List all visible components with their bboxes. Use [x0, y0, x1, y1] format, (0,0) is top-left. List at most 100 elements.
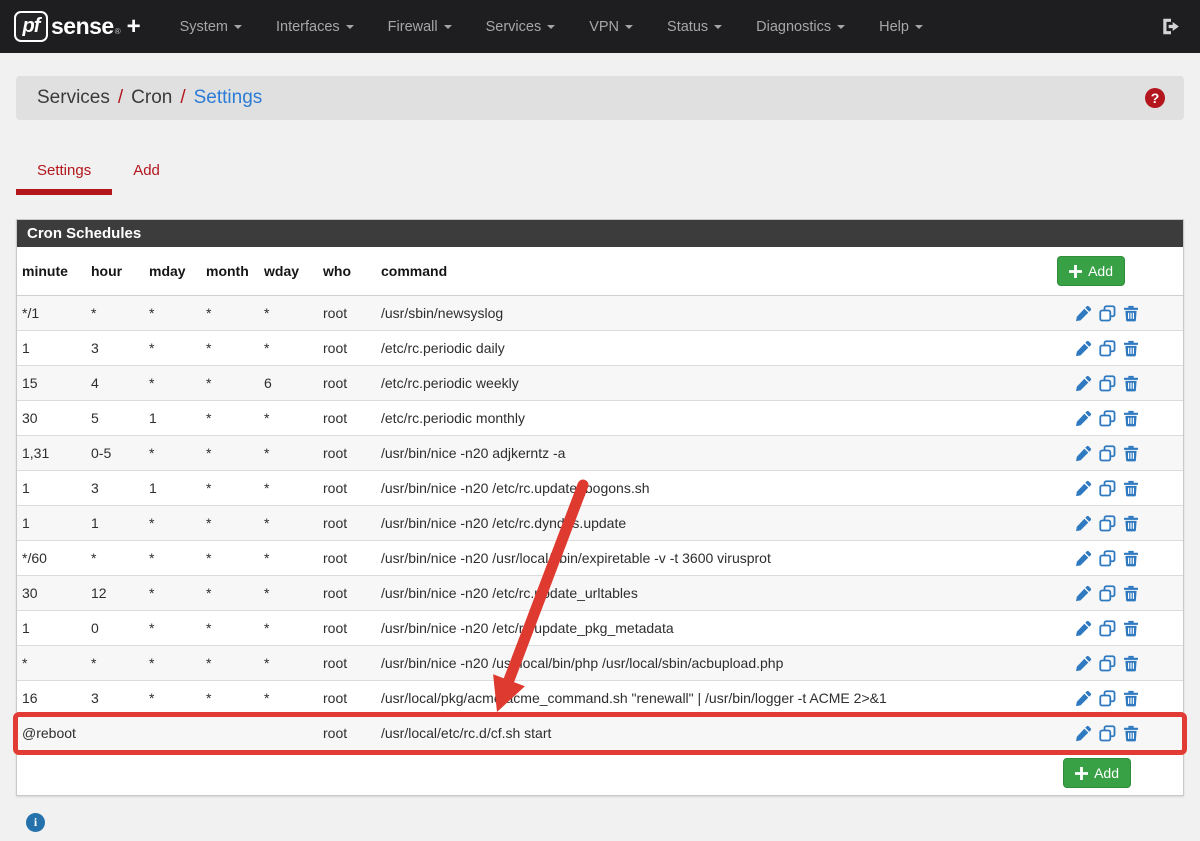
cell-hour: 5 [91, 410, 149, 426]
help-icon[interactable]: ? [1145, 88, 1165, 108]
edit-icon[interactable] [1075, 655, 1092, 672]
copy-icon[interactable] [1099, 305, 1116, 322]
edit-icon[interactable] [1075, 620, 1092, 637]
edit-icon[interactable] [1075, 305, 1092, 322]
edit-icon[interactable] [1075, 725, 1092, 742]
nav-menu-item[interactable]: Diagnostics [739, 0, 862, 53]
cell-month: * [206, 340, 264, 356]
delete-icon[interactable] [1123, 340, 1139, 357]
cell-month: * [206, 690, 264, 706]
copy-icon[interactable] [1099, 725, 1116, 742]
row-actions [1033, 585, 1143, 602]
delete-icon[interactable] [1123, 550, 1139, 567]
breadcrumb-section: Services [37, 87, 110, 109]
delete-icon[interactable] [1123, 585, 1139, 602]
nav-menu-item[interactable]: Services [469, 0, 573, 53]
cell-command: /usr/bin/nice -n20 adjkerntz -a [381, 445, 1033, 461]
cell-month: * [206, 410, 264, 426]
copy-icon[interactable] [1099, 340, 1116, 357]
cell-who: root [323, 410, 381, 426]
info-icon[interactable]: i [26, 813, 45, 832]
cell-who: root [323, 725, 381, 741]
pf-logo-mark: pf [14, 11, 48, 42]
copy-icon[interactable] [1099, 550, 1116, 567]
copy-icon[interactable] [1099, 375, 1116, 392]
pfsense-logo[interactable]: pf sense ® + [14, 11, 141, 42]
delete-icon[interactable] [1123, 445, 1139, 462]
delete-icon[interactable] [1123, 655, 1139, 672]
delete-icon[interactable] [1123, 690, 1139, 707]
row-actions [1033, 515, 1143, 532]
cell-minute: 30 [22, 410, 91, 426]
col-header-command: command [381, 263, 1033, 279]
copy-icon[interactable] [1099, 585, 1116, 602]
brand-name: sense [51, 13, 114, 40]
tab[interactable]: Add [112, 154, 181, 195]
edit-icon[interactable] [1075, 375, 1092, 392]
nav-menu-item[interactable]: System [163, 0, 259, 53]
nav-menu-item-label: Diagnostics [756, 19, 831, 35]
nav-menu-item[interactable]: VPN [572, 0, 650, 53]
delete-icon[interactable] [1123, 620, 1139, 637]
cell-wday: * [264, 340, 323, 356]
cell-who: root [323, 480, 381, 496]
cell-minute: 1 [22, 620, 91, 636]
copy-icon[interactable] [1099, 515, 1116, 532]
copy-icon[interactable] [1099, 480, 1116, 497]
cell-wday: * [264, 445, 323, 461]
edit-icon[interactable] [1075, 340, 1092, 357]
edit-icon[interactable] [1075, 515, 1092, 532]
copy-icon[interactable] [1099, 410, 1116, 427]
edit-icon[interactable] [1075, 585, 1092, 602]
nav-menu-item[interactable]: Interfaces [259, 0, 371, 53]
cell-wday: * [264, 690, 323, 706]
delete-icon[interactable] [1123, 305, 1139, 322]
cell-command: /usr/bin/nice -n20 /usr/local/sbin/expir… [381, 550, 1033, 566]
cell-hour: 1 [91, 515, 149, 531]
edit-icon[interactable] [1075, 690, 1092, 707]
table-row: 1 0 * * * root /usr/bin/nice -n20 /etc/r… [17, 611, 1183, 646]
delete-icon[interactable] [1123, 725, 1139, 742]
edit-icon[interactable] [1075, 480, 1092, 497]
table-row: */60 * * * * root /usr/bin/nice -n20 /us… [17, 541, 1183, 576]
edit-icon[interactable] [1075, 445, 1092, 462]
cell-hour: 4 [91, 375, 149, 391]
edit-icon[interactable] [1075, 550, 1092, 567]
breadcrumb-tab-link[interactable]: Settings [194, 87, 263, 109]
table-row: 15 4 * * 6 root /etc/rc.periodic weekly [17, 366, 1183, 401]
tab-label: Settings [37, 162, 91, 179]
add-button-top[interactable]: Add [1057, 256, 1125, 286]
col-header-mday: mday [149, 263, 206, 279]
edit-icon[interactable] [1075, 410, 1092, 427]
cell-who: root [323, 585, 381, 601]
copy-icon[interactable] [1099, 445, 1116, 462]
nav-menu-item[interactable]: Firewall [371, 0, 469, 53]
cell-month: * [206, 655, 264, 671]
table-row: 1 3 1 * * root /usr/bin/nice -n20 /etc/r… [17, 471, 1183, 506]
cell-mday: * [149, 550, 206, 566]
cell-who: root [323, 550, 381, 566]
nav-menu-item[interactable]: Help [862, 0, 940, 53]
delete-icon[interactable] [1123, 375, 1139, 392]
delete-icon[interactable] [1123, 410, 1139, 427]
cell-wday: 6 [264, 375, 323, 391]
copy-icon[interactable] [1099, 655, 1116, 672]
cell-month: * [206, 585, 264, 601]
tab[interactable]: Settings [16, 154, 112, 195]
cell-minute: 15 [22, 375, 91, 391]
add-button-label: Add [1088, 263, 1113, 279]
delete-icon[interactable] [1123, 515, 1139, 532]
cron-table-body: */1 * * * * root /usr/sbin/newsyslog [17, 296, 1183, 751]
copy-icon[interactable] [1099, 620, 1116, 637]
nav-menu-item-label: Interfaces [276, 19, 340, 35]
logout-button[interactable] [1156, 13, 1186, 40]
delete-icon[interactable] [1123, 480, 1139, 497]
cell-hour: * [91, 655, 149, 671]
cell-command: /etc/rc.periodic weekly [381, 375, 1033, 391]
nav-menu-item[interactable]: Status [650, 0, 739, 53]
add-button-bottom[interactable]: Add [1063, 758, 1131, 788]
cell-wday: * [264, 655, 323, 671]
chevron-down-icon [714, 25, 722, 29]
copy-icon[interactable] [1099, 690, 1116, 707]
cell-month: * [206, 305, 264, 321]
